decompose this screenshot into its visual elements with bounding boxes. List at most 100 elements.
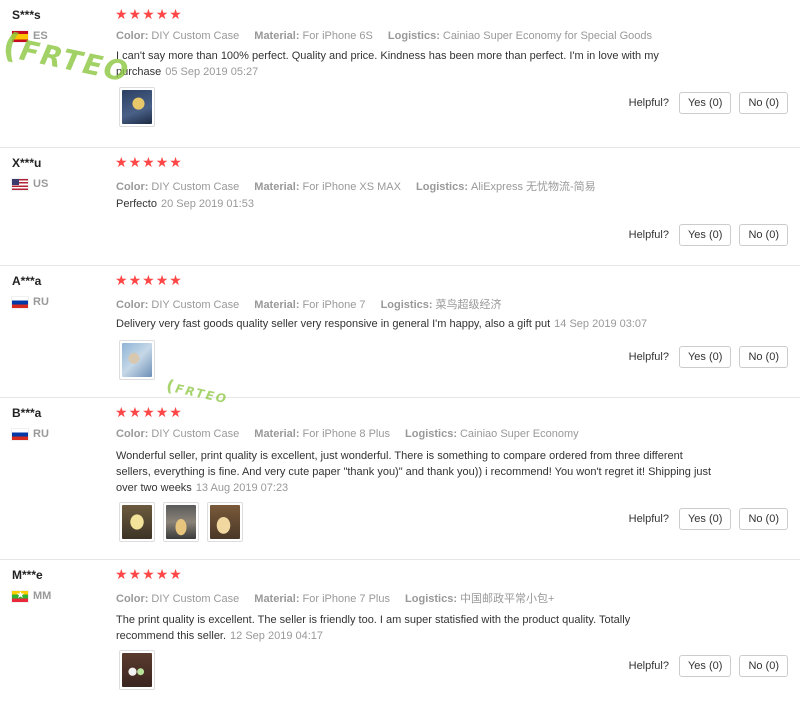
logistics-value: AliExpress 无忧物流-简易 [470,181,596,193]
helpful-yes-button[interactable]: Yes (0) [678,346,732,368]
logistics-label: Logistics: [387,30,440,42]
helpful-yes-button[interactable]: Yes (0) [678,508,732,530]
logistics-value: Cainiao Super Economy for Special Goods [442,30,652,42]
material-value: For iPhone 6S [302,30,373,42]
review-text-block: The print quality is excellent. The sell… [116,612,676,644]
color-label: Color: [116,30,149,42]
review-photo-image [122,90,152,124]
color-value: DIY Custom Case [151,181,240,193]
material-value: For iPhone 7 [302,299,366,311]
review-text: The print quality is excellent. The sell… [116,614,631,642]
us-flag-icon [12,178,28,190]
star-icon: ★ [155,273,169,289]
helpful-vote: Helpful? Yes (0) No (0) [629,346,788,368]
helpful-no-button[interactable]: No (0) [739,508,788,530]
star-icon: ★ [115,273,128,289]
helpful-label: Helpful? [628,513,669,525]
review-photos [119,502,243,542]
review-date: 13 Aug 2019 07:23 [195,482,289,494]
logistics-label: Logistics: [405,593,457,605]
review-photos [119,340,155,380]
star-rating: ★ ★ ★ ★ ★ [115,406,182,420]
star-icon: ★ [155,405,169,421]
star-icon: ★ [128,405,142,421]
reviewer-country: MM [12,589,52,603]
helpful-no-button[interactable]: No (0) [739,224,788,246]
star-icon: ★ [155,567,169,583]
reviewer-name: B***a [12,406,42,420]
review-item: X***u US ★ ★ ★ ★ ★ Color: DIY Custom Case Mat… [0,148,800,266]
review-photo-thumbnail[interactable] [119,87,155,127]
star-icon: ★ [169,405,182,421]
helpful-no-button[interactable]: No (0) [739,92,788,114]
russia-flag-icon [12,296,28,308]
review-photo-image [122,653,152,687]
color-label: Color: [116,181,149,193]
country-code: MM [33,590,52,602]
order-details: Color: DIY Custom Case Material: For iPhon… [116,178,608,194]
review-item: B***a RU ★ ★ ★ ★ ★ Color: DIY Custom Case Mat… [0,398,800,560]
review-photo-thumbnail[interactable] [119,502,155,542]
material-label: Material: [254,428,300,440]
review-photo-thumbnail[interactable] [119,340,155,380]
material-value: For iPhone 7 Plus [302,593,390,605]
country-code: RU [33,296,49,308]
logistics-value: Cainiao Super Economy [459,428,579,440]
reviewer-country: RU [12,428,49,440]
helpful-vote: Helpful? Yes (0) No (0) [629,508,788,530]
review-date: 20 Sep 2019 01:53 [160,198,254,210]
material-value: For iPhone XS MAX [302,181,401,193]
reviewer-name: S***s [12,8,41,22]
star-icon: ★ [115,405,128,421]
color-value: DIY Custom Case [151,428,240,440]
helpful-no-button[interactable]: No (0) [739,655,788,677]
reviewer-name: M***e [12,568,43,582]
material-value: For iPhone 8 Plus [302,428,390,440]
review-photo-image [122,505,152,539]
review-text: Delivery very fast goods quality seller … [116,318,551,330]
helpful-yes-button[interactable]: Yes (0) [678,655,732,677]
reviewer-name: X***u [12,156,42,170]
order-details: Color: DIY Custom Case Material: For iPhon… [116,428,591,440]
color-value: DIY Custom Case [151,299,240,311]
review-date: 05 Sep 2019 05:27 [165,66,259,78]
star-icon: ★ [115,567,128,583]
material-label: Material: [254,30,300,42]
review-photo-thumbnail[interactable] [207,502,243,542]
star-icon: ★ [169,155,182,171]
star-icon: ★ [142,273,155,289]
helpful-yes-button[interactable]: Yes (0) [678,92,732,114]
star-icon: ★ [115,155,128,171]
logistics-value: 菜鸟超级经济 [435,299,502,311]
logistics-label: Logistics: [416,181,468,193]
helpful-vote: Helpful? Yes (0) No (0) [629,92,788,114]
star-icon: ★ [142,155,155,171]
star-icon: ★ [142,405,155,421]
russia-flag-icon [12,428,28,440]
order-details: Color: DIY Custom Case Material: For iPhon… [116,30,664,42]
color-label: Color: [116,428,149,440]
review-item: S***s ES ★ ★ ★ ★ ★ Color: DIY Custom Case Mat… [0,0,800,148]
review-photos [119,87,155,127]
helpful-no-button[interactable]: No (0) [739,346,788,368]
reviewer-country: RU [12,296,49,308]
star-icon: ★ [169,7,182,23]
review-photo-thumbnail[interactable] [163,502,199,542]
spain-flag-icon [12,30,28,42]
star-icon: ★ [155,7,169,23]
star-icon: ★ [155,155,169,171]
star-icon: ★ [169,273,182,289]
star-icon: ★ [128,155,142,171]
country-code: US [33,178,49,190]
review-photos [119,650,155,690]
helpful-yes-button[interactable]: Yes (0) [678,224,732,246]
star-icon: ★ [142,7,155,23]
country-code: RU [33,428,49,440]
star-rating: ★ ★ ★ ★ ★ [115,8,182,22]
order-details: Color: DIY Custom Case Material: For iPhon… [116,296,514,312]
logistics-label: Logistics: [405,428,457,440]
material-label: Material: [254,299,300,311]
color-label: Color: [116,593,149,605]
helpful-vote: Helpful? Yes (0) No (0) [629,224,788,246]
review-photo-thumbnail[interactable] [119,650,155,690]
